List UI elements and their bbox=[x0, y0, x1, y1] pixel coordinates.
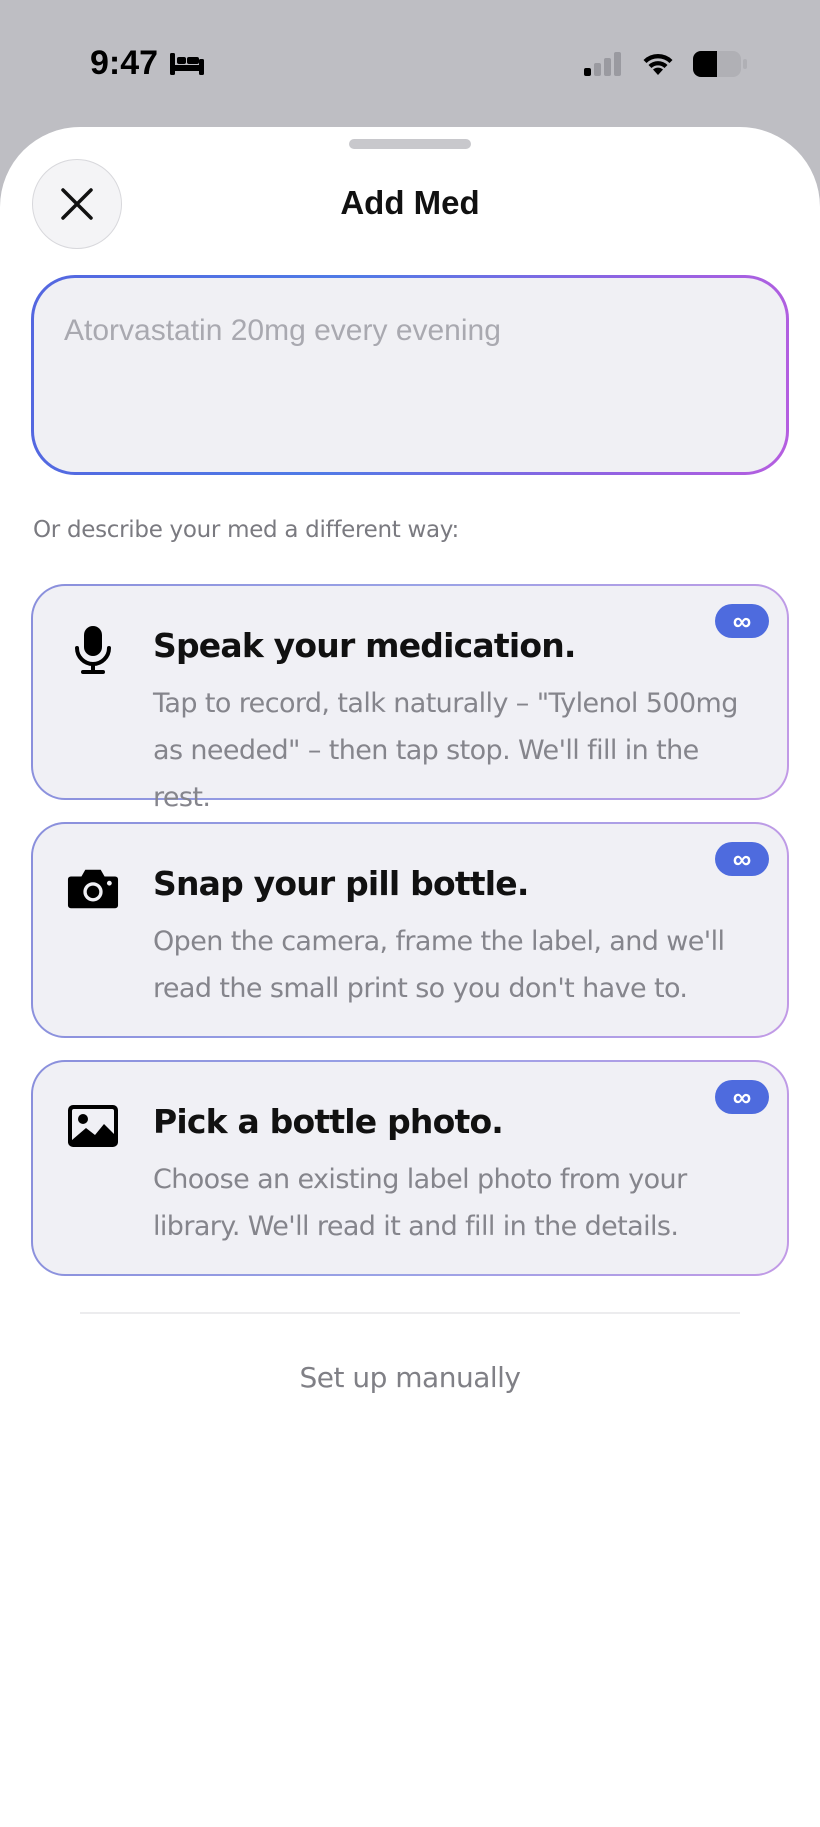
clock-text: 9:47 bbox=[90, 44, 159, 82]
status-time: 9:47 bbox=[90, 44, 206, 83]
battery-icon bbox=[693, 51, 747, 77]
pick-bottle-photo-option[interactable]: Pick a bottle photo. Choose an existing … bbox=[31, 1060, 789, 1276]
option-title: Pick a bottle photo. bbox=[153, 1102, 504, 1141]
microphone-icon bbox=[67, 624, 119, 676]
option-description: Choose an existing label photo from your… bbox=[153, 1164, 687, 1242]
option-title: Snap your pill bottle. bbox=[153, 864, 529, 903]
infinity-badge: ∞ bbox=[715, 842, 769, 876]
camera-icon bbox=[67, 862, 119, 914]
add-med-sheet: Add Med Or describe your med a different… bbox=[0, 127, 820, 1827]
status-indicators bbox=[584, 50, 748, 78]
option-description: Open the camera, frame the label, and we… bbox=[153, 926, 725, 1004]
status-bar: 9:47 bbox=[0, 0, 820, 128]
infinity-badge: ∞ bbox=[715, 1080, 769, 1114]
option-title: Speak your medication. bbox=[153, 626, 576, 665]
med-description-field-inner bbox=[34, 278, 786, 472]
med-description-field bbox=[31, 275, 789, 475]
alt-methods-label: Or describe your med a different way: bbox=[33, 517, 459, 543]
photo-icon bbox=[67, 1100, 119, 1152]
set-up-manually-button[interactable]: Set up manually bbox=[0, 1361, 820, 1394]
med-description-input[interactable] bbox=[64, 314, 756, 436]
speak-medication-option[interactable]: Speak your medication. Tap to record, ta… bbox=[31, 584, 789, 813]
sheet-title: Add Med bbox=[340, 184, 480, 221]
snap-pill-bottle-option[interactable]: Snap your pill bottle. Open the camera, … bbox=[31, 822, 789, 1038]
divider bbox=[80, 1312, 740, 1314]
wifi-icon bbox=[643, 53, 673, 75]
bed-icon bbox=[170, 52, 205, 75]
cellular-signal-icon bbox=[584, 52, 621, 76]
infinity-badge: ∞ bbox=[715, 604, 769, 638]
option-description: Tap to record, talk naturally – "Tylenol… bbox=[153, 688, 738, 813]
option-card-body: Pick a bottle photo. Choose an existing … bbox=[33, 1062, 787, 1274]
option-card-body: Speak your medication. Tap to record, ta… bbox=[33, 586, 787, 813]
option-card-body: Snap your pill bottle. Open the camera, … bbox=[33, 824, 787, 1036]
sheet-grabber[interactable] bbox=[349, 139, 471, 149]
